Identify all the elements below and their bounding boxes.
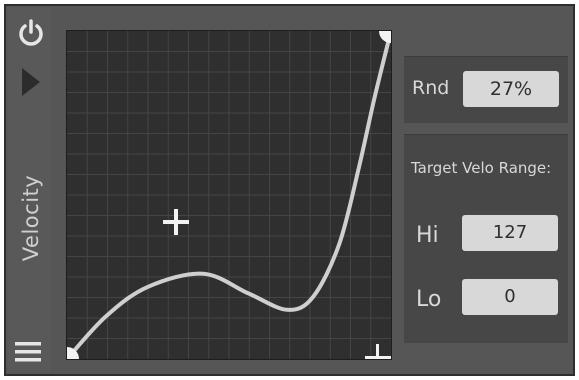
power-icon[interactable] [16,18,46,48]
randomize-panel: Rnd 27% [404,56,568,123]
end-point-handle[interactable] [379,31,391,43]
bottom-right-marker [365,344,391,359]
hi-value-field[interactable]: 127 [462,215,558,251]
hamburger-menu-icon[interactable] [14,340,42,364]
play-triangle-icon[interactable] [20,66,42,98]
plus-icon[interactable] [163,209,189,235]
randomize-value-field[interactable]: 27% [463,71,559,107]
lo-value-field[interactable]: 0 [462,279,558,315]
lo-label: Lo [416,287,442,312]
hi-label: Hi [416,223,439,248]
target-range-title: Target Velo Range: [411,159,552,177]
velocity-curve-editor[interactable] [66,30,392,360]
randomize-label: Rnd [412,77,450,99]
target-velocity-range-panel: Target Velo Range: Hi 127 Lo 0 [404,134,568,343]
module-label: Velocity [19,174,43,262]
